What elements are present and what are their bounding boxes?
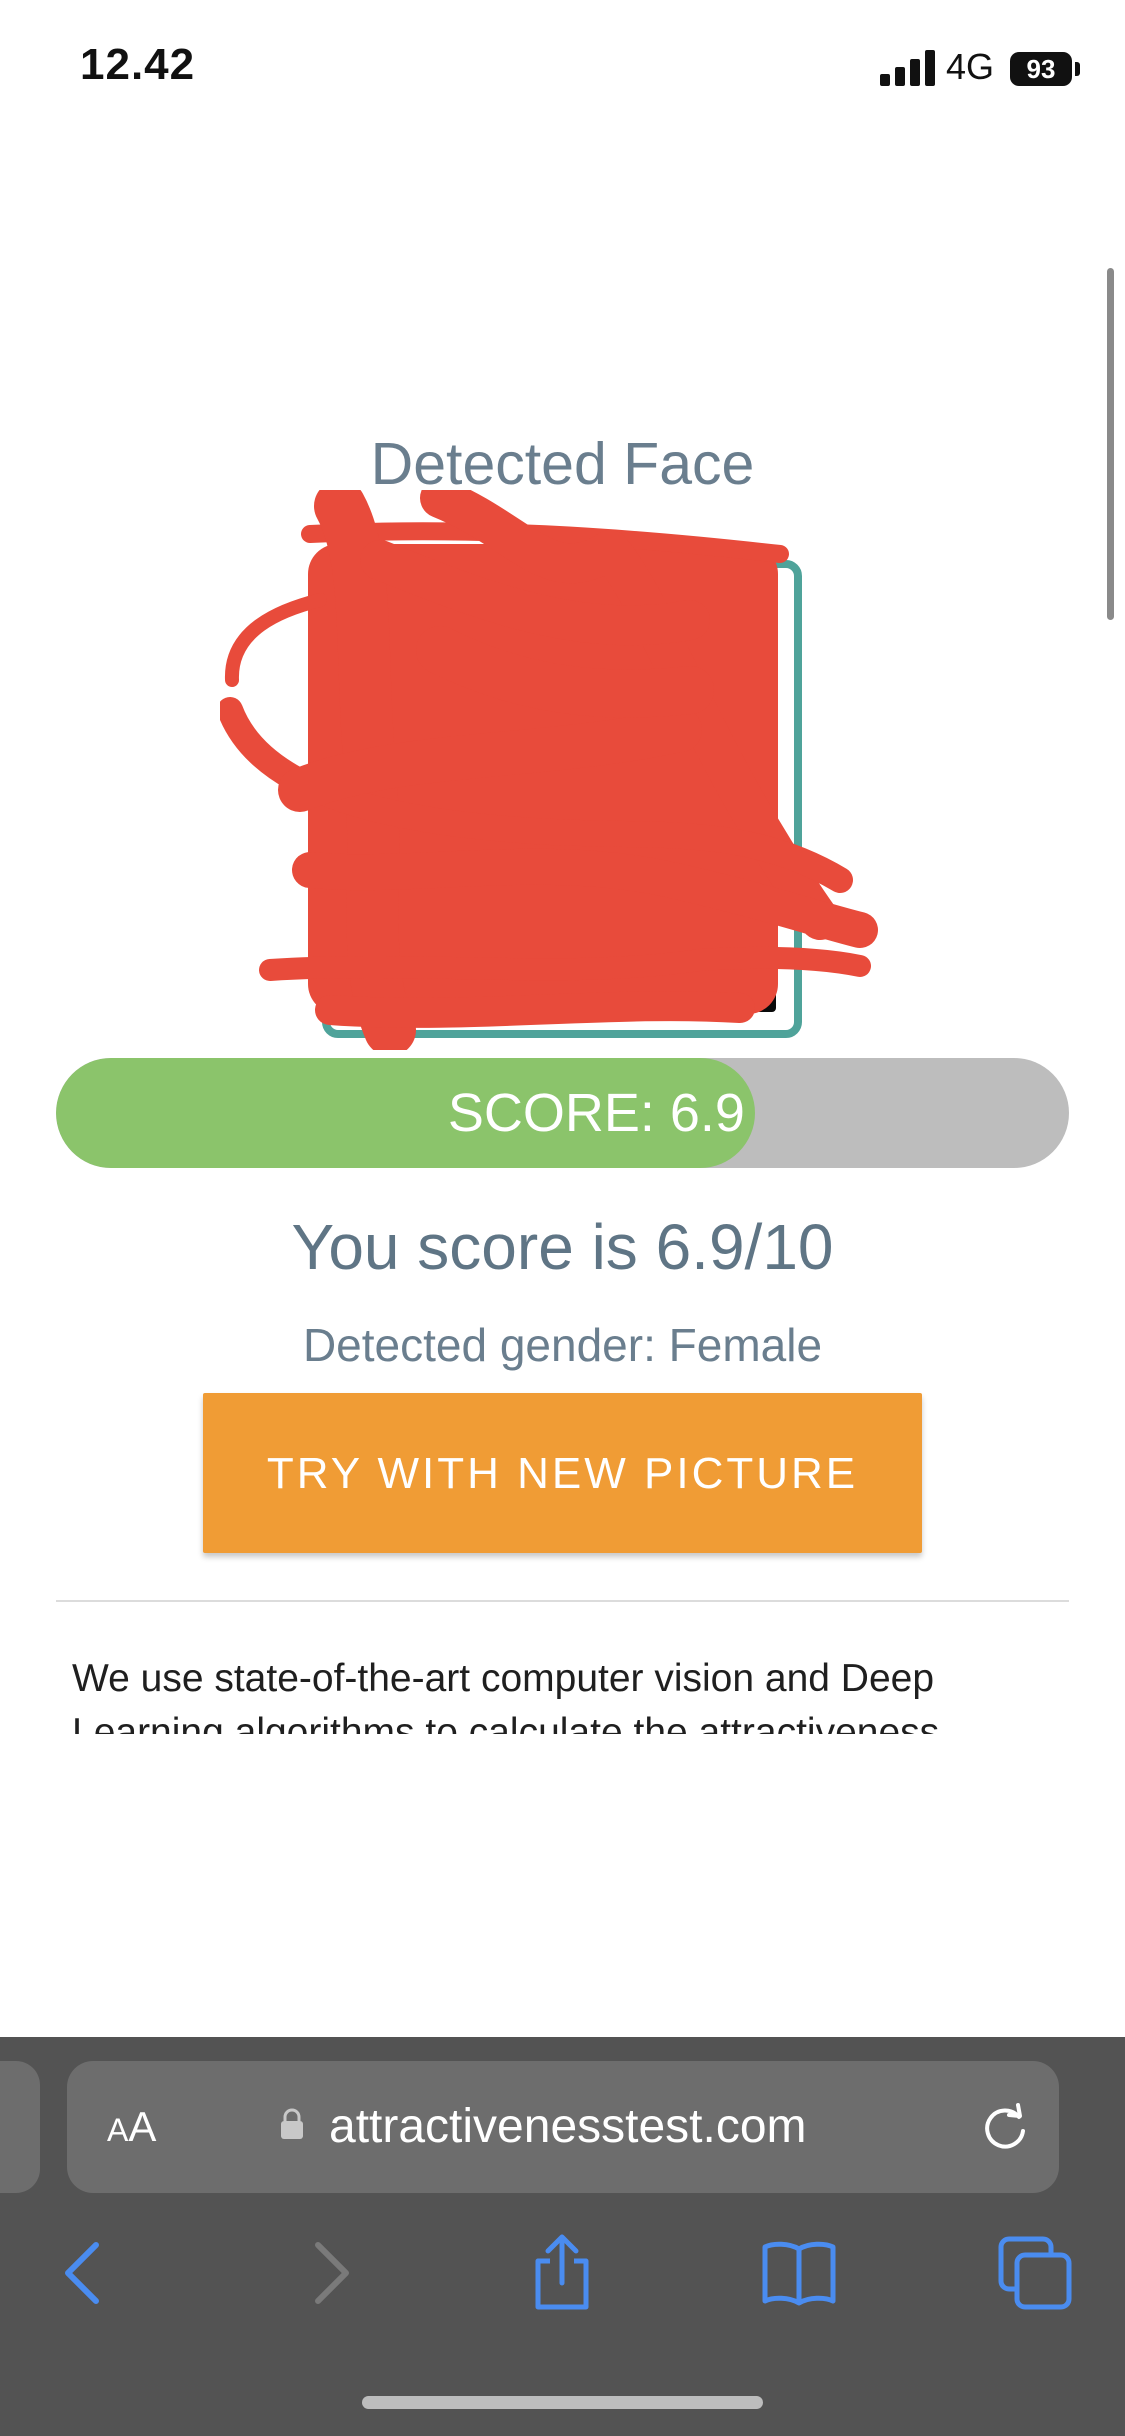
network-label: 4G [946, 46, 995, 87]
url-text[interactable]: attractivenesstest.com [329, 2061, 807, 2193]
status-time: 12.42 [80, 40, 196, 89]
detected-face-title: Detected Face [370, 431, 755, 497]
chevron-right-icon[interactable] [286, 2231, 370, 2315]
browser-toolbar: AA attractivenesstest.com [0, 2037, 1125, 2436]
section-divider [56, 1600, 1069, 1602]
redaction-scribble [220, 490, 878, 1050]
description-text: We use state-of-the-art computer vision … [72, 1657, 940, 1734]
battery-tip [1075, 62, 1080, 76]
share-icon[interactable] [520, 2231, 604, 2315]
score-bar-fill: SCORE: 6.9 [56, 1058, 755, 1168]
home-indicator [362, 2396, 763, 2409]
score-bar: SCORE: 6.9 [56, 1058, 1069, 1168]
score-bar-label: SCORE: 6.9 [447, 1083, 745, 1143]
status-bar: 12.42 4G 93 [0, 0, 1125, 135]
chevron-left-icon[interactable] [44, 2231, 128, 2315]
detected-gender: Detected gender: Female [302, 1319, 823, 1371]
text-size-button[interactable]: AA [107, 2061, 156, 2196]
lock-icon [281, 2108, 303, 2139]
battery-icon: 93 [1010, 52, 1072, 86]
text-size-small-a: A [107, 2112, 129, 2148]
tabs-icon[interactable] [993, 2231, 1077, 2315]
reload-icon[interactable] [979, 2101, 1031, 2153]
try-new-picture-button[interactable]: TRY WITH NEW PICTURE [203, 1393, 922, 1553]
signal-strength-icon [880, 50, 936, 86]
text-size-large-a: A [128, 2103, 157, 2150]
address-bar[interactable]: AA attractivenesstest.com [67, 2061, 1059, 2193]
previous-tab-preview[interactable] [0, 2061, 40, 2193]
score-summary: You score is 6.9/10 [291, 1211, 834, 1283]
book-icon[interactable] [757, 2231, 841, 2315]
